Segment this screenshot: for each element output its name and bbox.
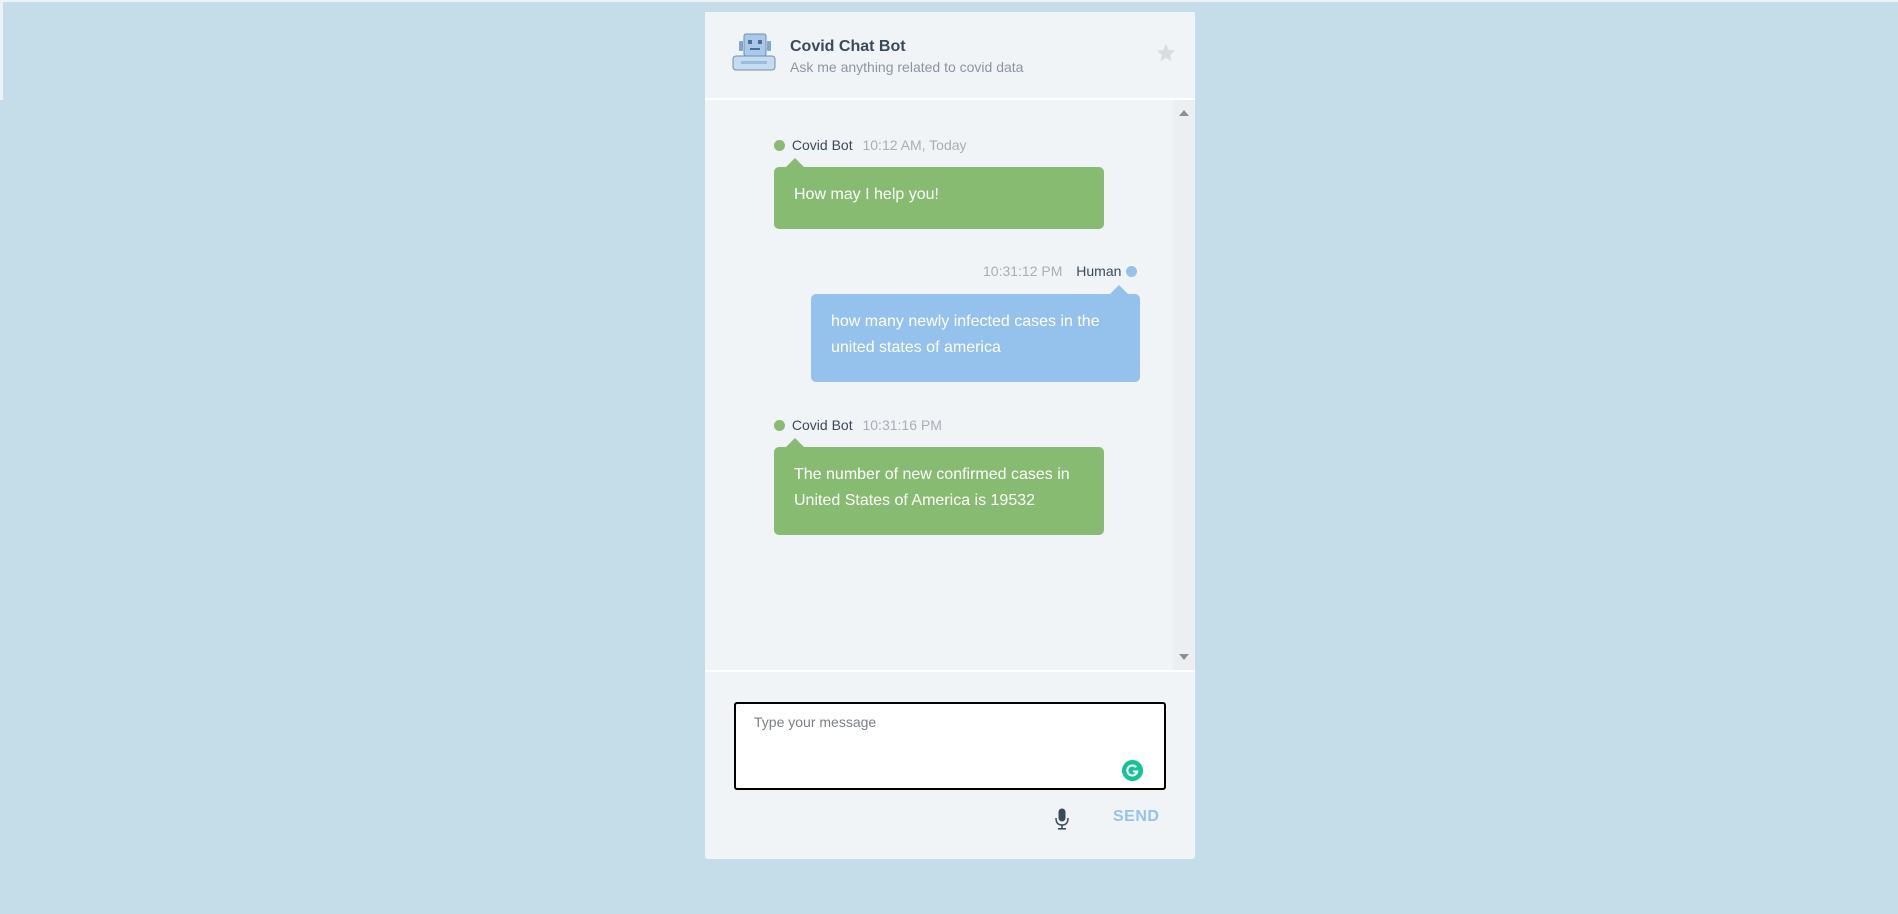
human-message-bubble: how many newly infected cases in the uni… (811, 285, 1140, 382)
grammarly-icon[interactable] (1122, 760, 1143, 781)
bot-message-bubble: The number of new confirmed cases in Uni… (774, 438, 1104, 535)
page-top-edge (0, 0, 1898, 2)
message-time: 10:31:16 PM (862, 417, 942, 433)
star-icon[interactable] (1155, 42, 1177, 64)
microphone-icon[interactable] (1055, 808, 1069, 830)
page-left-edge (0, 0, 3, 100)
message-meta: Covid Bot 10:12 AM, Today (774, 137, 967, 153)
message-time: 10:31:12 PM (983, 263, 1063, 279)
scroll-down-arrow-icon[interactable] (1179, 654, 1189, 660)
online-dot-icon (774, 420, 785, 431)
message-sender: Covid Bot (791, 137, 853, 153)
online-dot-icon (774, 140, 785, 151)
chat-header: Covid Chat Bot Ask me anything related t… (705, 12, 1195, 100)
bot-message-bubble: How may I help you! (774, 158, 1104, 229)
chat-window: Covid Chat Bot Ask me anything related t… (705, 12, 1195, 859)
composer: SEND (705, 670, 1195, 861)
chat-title: Covid Chat Bot (790, 38, 906, 55)
scroll-up-arrow-icon[interactable] (1179, 110, 1189, 116)
chat-subtitle: Ask me anything related to covid data (790, 59, 1024, 75)
message-time: 10:12 AM, Today (862, 137, 967, 153)
message-input[interactable] (734, 702, 1166, 790)
send-button[interactable]: SEND (1113, 808, 1159, 826)
scrollbar[interactable] (1173, 100, 1195, 670)
online-dot-icon (1126, 266, 1138, 277)
message-meta: 10:31:12 PM Human (983, 263, 1138, 279)
chat-history[interactable]: Covid Bot 10:12 AM, Today How may I help… (705, 100, 1195, 670)
message-sender: Human (1076, 263, 1122, 279)
robot-icon (732, 33, 776, 71)
message-meta: Covid Bot 10:31:16 PM (774, 417, 942, 433)
message-sender: Covid Bot (791, 417, 853, 433)
